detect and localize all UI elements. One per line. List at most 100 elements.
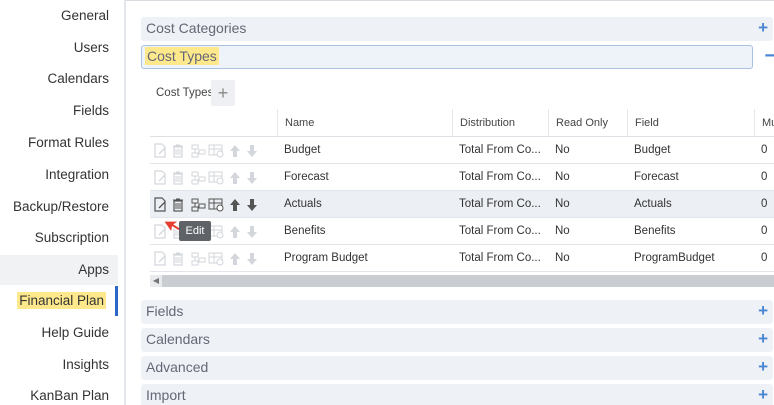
sidebar-item-kanban-plan[interactable]: KanBan Plan (0, 381, 118, 405)
edit-tooltip: Edit (179, 221, 211, 241)
cell-read-only: No (555, 144, 570, 156)
cell-mu: 0 (761, 144, 768, 156)
section-cost-categories[interactable]: Cost Categories + (141, 17, 773, 41)
table-header: Name Distribution Read Only Field Mu (150, 109, 774, 137)
edit-icon[interactable] (152, 142, 168, 159)
section-fields[interactable]: Fields + (141, 300, 773, 324)
row-actions (152, 196, 262, 213)
cell-distribution: Total From Co... (459, 252, 541, 264)
hierarchy-icon[interactable] (190, 142, 206, 159)
column-header-mu[interactable]: Mu (754, 109, 774, 137)
sidebar-item-financial-plan[interactable]: Financial Plan (0, 286, 118, 316)
move-up-icon[interactable] (227, 250, 243, 267)
column-header-distribution[interactable]: Distribution (452, 109, 548, 137)
settings-table-icon[interactable] (208, 142, 224, 159)
top-border (126, 0, 774, 1)
column-header-name[interactable]: Name (277, 109, 452, 137)
move-up-icon[interactable] (227, 142, 243, 159)
cell-field: ProgramBudget (634, 252, 715, 264)
cell-mu: 0 (761, 198, 768, 210)
delete-icon[interactable] (170, 196, 186, 213)
table-row[interactable]: Benefits Total From Co... No Benefits 0 (150, 218, 774, 245)
cell-mu: 0 (761, 171, 768, 183)
sidebar-item-fields[interactable]: Fields (0, 96, 118, 126)
sidebar-item-integration[interactable]: Integration (0, 160, 118, 190)
sidebar-item-format-rules[interactable]: Format Rules (0, 128, 118, 158)
cell-field: Budget (634, 144, 671, 156)
add-cost-type-button[interactable]: + (211, 80, 235, 106)
horizontal-scrollbar[interactable]: ◀ (150, 275, 774, 287)
cell-read-only: No (555, 225, 570, 237)
delete-icon[interactable] (170, 169, 186, 186)
section-title: Advanced (146, 359, 209, 375)
table-row[interactable]: Program Budget Total From Co... No ProgramB… (150, 245, 774, 272)
expand-plus-icon[interactable]: + (758, 386, 768, 404)
cell-mu: 0 (761, 225, 768, 237)
scroll-left-arrow-icon[interactable]: ◀ (150, 275, 162, 287)
cell-name: Budget (284, 144, 321, 156)
cell-distribution: Total From Co... (459, 198, 541, 210)
cell-read-only: No (555, 171, 570, 183)
move-down-icon[interactable] (244, 169, 260, 186)
cell-name: Actuals (284, 198, 322, 210)
section-cost-types[interactable]: Cost Types − (141, 45, 774, 69)
sidebar-item-apps[interactable]: Apps (0, 255, 118, 285)
move-down-icon[interactable] (244, 196, 260, 213)
settings-sidebar: General Users Calendars Fields Format Ru… (0, 0, 120, 405)
sidebar-item-general[interactable]: General (0, 1, 118, 31)
move-up-icon[interactable] (227, 223, 243, 240)
column-header-read-only[interactable]: Read Only (548, 109, 627, 137)
table-row[interactable]: Actuals Total From Co... No Actuals 0 (150, 191, 774, 218)
hierarchy-icon[interactable] (190, 250, 206, 267)
row-actions (152, 169, 262, 186)
section-title: Cost Categories (146, 20, 247, 36)
sidebar-item-calendars[interactable]: Calendars (0, 64, 118, 94)
settings-table-icon[interactable] (208, 169, 224, 186)
move-down-icon[interactable] (244, 142, 260, 159)
sidebar-item-subscription[interactable]: Subscription (0, 223, 118, 253)
expand-plus-icon[interactable]: + (758, 358, 768, 376)
move-up-icon[interactable] (227, 196, 243, 213)
settings-table-icon[interactable] (208, 250, 224, 267)
cost-types-table: Name Distribution Read Only Field Mu Bud… (150, 109, 774, 287)
cost-types-label: Cost Types (156, 87, 214, 99)
cell-distribution: Total From Co... (459, 225, 541, 237)
delete-icon[interactable] (170, 250, 186, 267)
cell-name: Program Budget (284, 252, 368, 264)
sidebar-divider (124, 0, 126, 405)
cell-mu: 0 (761, 252, 768, 264)
cell-field: Benefits (634, 225, 676, 237)
row-actions (152, 250, 262, 267)
cell-distribution: Total From Co... (459, 144, 541, 156)
expand-plus-icon[interactable]: + (758, 19, 768, 37)
section-title: Import (146, 387, 186, 403)
expand-plus-icon[interactable]: + (758, 302, 768, 320)
edit-icon[interactable] (152, 169, 168, 186)
settings-table-icon[interactable] (208, 196, 224, 213)
column-header-field[interactable]: Field (627, 109, 754, 137)
move-up-icon[interactable] (227, 169, 243, 186)
cell-name: Benefits (284, 225, 326, 237)
edit-icon[interactable] (152, 196, 168, 213)
table-row[interactable]: Forecast Total From Co... No Forecast 0 (150, 164, 774, 191)
hierarchy-icon[interactable] (190, 169, 206, 186)
cell-read-only: No (555, 198, 570, 210)
expand-plus-icon[interactable]: + (758, 330, 768, 348)
cell-field: Forecast (634, 171, 679, 183)
sidebar-item-backup-restore[interactable]: Backup/Restore (0, 192, 118, 222)
section-calendars[interactable]: Calendars + (141, 328, 773, 352)
edit-icon[interactable] (152, 250, 168, 267)
delete-icon[interactable] (170, 142, 186, 159)
section-title: Calendars (146, 331, 210, 347)
move-down-icon[interactable] (244, 250, 260, 267)
collapse-minus-icon[interactable]: − (764, 46, 774, 66)
sidebar-item-users[interactable]: Users (0, 33, 118, 63)
row-actions (152, 142, 262, 159)
table-row[interactable]: Budget Total From Co... No Budget 0 (150, 137, 774, 164)
section-advanced[interactable]: Advanced + (141, 356, 773, 380)
section-import[interactable]: Import + (141, 384, 773, 405)
sidebar-item-insights[interactable]: Insights (0, 350, 118, 380)
hierarchy-icon[interactable] (190, 196, 206, 213)
sidebar-item-help-guide[interactable]: Help Guide (0, 318, 118, 348)
move-down-icon[interactable] (244, 223, 260, 240)
